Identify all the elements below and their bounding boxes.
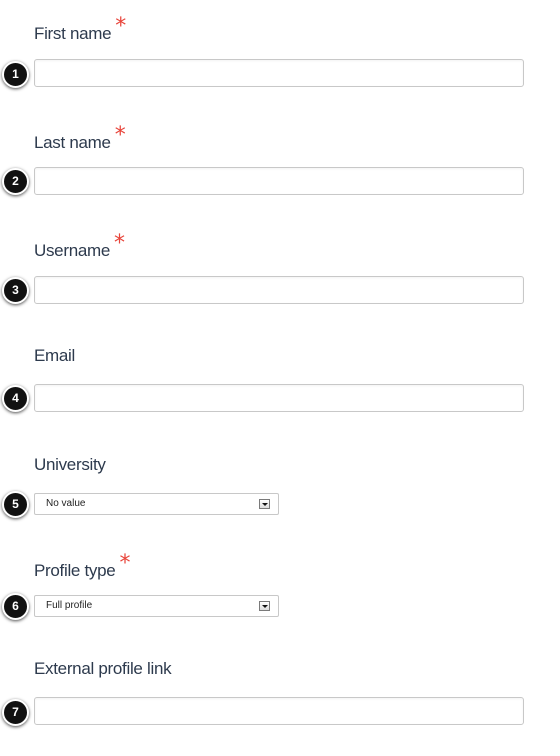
external-profile-link-label-row: External profile link	[34, 659, 172, 689]
last-name-label-row: Last name *	[34, 123, 126, 159]
university-label-row: University	[34, 455, 106, 485]
first-name-label-row: First name *	[34, 14, 126, 50]
required-asterisk: *	[114, 123, 126, 148]
profile-type-label-row: Profile type *	[34, 551, 130, 587]
email-label: Email	[34, 346, 76, 365]
last-name-input[interactable]	[34, 167, 524, 195]
university-selected-value: No value	[46, 498, 86, 509]
email-input[interactable]	[34, 384, 524, 412]
username-label-row: Username *	[34, 231, 125, 267]
external-profile-link-label: External profile link	[34, 659, 172, 678]
step-badge-1: 1	[2, 61, 29, 88]
first-name-input[interactable]	[34, 59, 524, 87]
profile-type-selected-value: Full profile	[46, 600, 93, 611]
step-badge-7: 7	[2, 699, 29, 726]
step-badge-3: 3	[2, 277, 29, 304]
step-badge-6: 6	[2, 593, 29, 620]
dropdown-triangle	[262, 503, 268, 506]
last-name-label: Last name	[34, 133, 111, 152]
profile-type-label: Profile type	[34, 561, 116, 580]
first-name-label: First name	[34, 24, 112, 43]
required-asterisk: *	[119, 551, 131, 576]
username-label: Username	[34, 241, 111, 260]
dropdown-triangle	[262, 605, 268, 608]
step-badge-5: 5	[2, 491, 29, 518]
external-profile-link-input[interactable]	[34, 697, 524, 725]
university-select[interactable]: No value	[34, 493, 279, 515]
required-asterisk: *	[114, 231, 126, 256]
step-badge-2: 2	[2, 168, 29, 195]
chevron-down-icon[interactable]	[259, 601, 270, 611]
university-label: University	[34, 455, 106, 474]
step-badge-4: 4	[2, 385, 29, 412]
profile-type-select[interactable]: Full profile	[34, 595, 279, 617]
required-asterisk: *	[115, 14, 127, 39]
username-input[interactable]	[34, 276, 524, 304]
email-label-row: Email	[34, 346, 75, 376]
chevron-down-icon[interactable]	[259, 499, 270, 509]
